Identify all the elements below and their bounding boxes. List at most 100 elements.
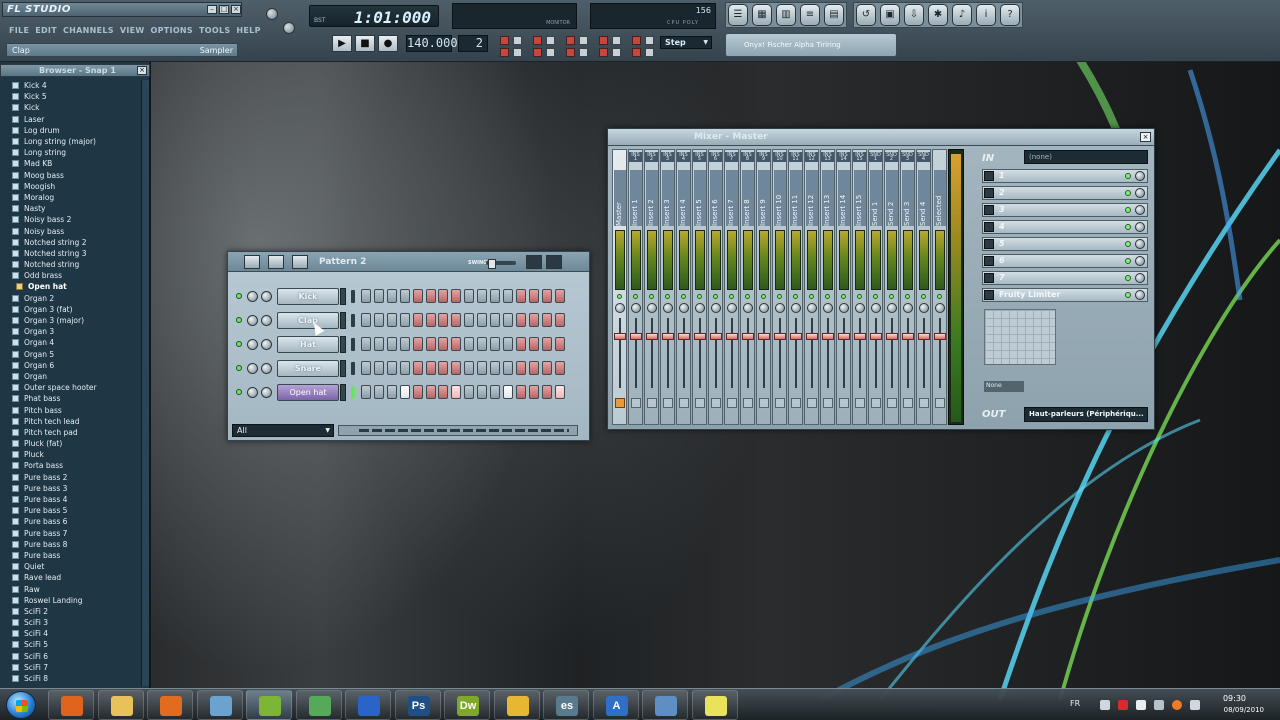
taskbar-app-button[interactable]: [345, 690, 391, 720]
slice-button[interactable]: [579, 48, 588, 57]
step-button[interactable]: [502, 313, 513, 327]
fx-slot[interactable]: 2: [982, 186, 1148, 200]
track-pan-knob[interactable]: [823, 303, 833, 313]
track-pan-knob[interactable]: [759, 303, 769, 313]
mixer-track[interactable]: INS 8 Insert 8: [740, 149, 755, 425]
track-send-switch[interactable]: [743, 398, 753, 408]
step-button[interactable]: [399, 385, 410, 399]
fx-slot-menu-icon[interactable]: [984, 239, 994, 249]
step-button[interactable]: [399, 313, 410, 327]
channel-mute-led[interactable]: [236, 341, 242, 347]
track-send-switch[interactable]: [679, 398, 689, 408]
step-button[interactable]: [541, 313, 552, 327]
track-volume-fader[interactable]: [838, 333, 850, 340]
track-send-switch[interactable]: [663, 398, 673, 408]
step-view-icon[interactable]: [546, 255, 562, 269]
browser-item[interactable]: Pure bass: [0, 550, 150, 561]
graph-editor-icon[interactable]: [268, 255, 284, 269]
step-button[interactable]: [528, 313, 539, 327]
mixer-icon[interactable]: ▤: [824, 4, 844, 26]
step-button[interactable]: [515, 289, 526, 303]
step-button[interactable]: [412, 337, 423, 351]
fx-slot-enable-led[interactable]: [1125, 275, 1131, 281]
step-button[interactable]: [412, 313, 423, 327]
step-button[interactable]: [451, 337, 462, 351]
channel-button[interactable]: Clap: [277, 312, 339, 329]
browser-item[interactable]: Long string (major): [0, 136, 150, 147]
browser-item[interactable]: Notched string 3: [0, 248, 150, 259]
track-enable-led[interactable]: [729, 294, 734, 299]
track-send-switch[interactable]: [919, 398, 929, 408]
mixer-track[interactable]: INS 4 Insert 4: [676, 149, 691, 425]
step-button[interactable]: [425, 337, 436, 351]
channel-volume-knob[interactable]: [261, 315, 272, 326]
fx-slot-enable-led[interactable]: [1125, 258, 1131, 264]
mixer-track[interactable]: INS 6 Insert 6: [708, 149, 723, 425]
channel-select-indicator[interactable]: [351, 290, 355, 303]
menu-file[interactable]: FILE: [9, 26, 29, 35]
track-volume-fader[interactable]: [918, 333, 930, 340]
clock-button[interactable]: [645, 48, 654, 57]
track-send-switch[interactable]: [839, 398, 849, 408]
track-enable-led[interactable]: [617, 294, 622, 299]
browser-item[interactable]: SciFi 4: [0, 628, 150, 639]
close-icon[interactable]: ×: [137, 66, 147, 75]
eq-graph[interactable]: [984, 309, 1056, 365]
maximize-button[interactable]: □: [219, 5, 229, 14]
browser-item[interactable]: Laser: [0, 114, 150, 125]
track-send-switch[interactable]: [727, 398, 737, 408]
step-button[interactable]: [515, 385, 526, 399]
browser-item[interactable]: Nasty: [0, 203, 150, 214]
browser-icon[interactable]: ≡: [800, 4, 820, 26]
network-icon[interactable]: [1154, 700, 1164, 710]
record-button[interactable]: ●: [378, 35, 398, 52]
step-button[interactable]: [515, 361, 526, 375]
track-send-switch[interactable]: [935, 398, 945, 408]
step-button[interactable]: [438, 289, 449, 303]
track-volume-fader[interactable]: [806, 333, 818, 340]
step-button[interactable]: [373, 385, 384, 399]
step-button[interactable]: [490, 361, 500, 375]
track-volume-fader[interactable]: [726, 333, 738, 340]
mixer-track[interactable]: Master: [612, 149, 627, 425]
step-button[interactable]: [361, 313, 371, 327]
channel-volume-knob[interactable]: [261, 339, 272, 350]
channel-button[interactable]: Open hat: [277, 384, 339, 401]
track-send-switch[interactable]: [871, 398, 881, 408]
menu-help[interactable]: HELP: [236, 26, 260, 35]
track-enable-led[interactable]: [905, 294, 910, 299]
step-button[interactable]: [412, 289, 423, 303]
channel-mute-led[interactable]: [236, 317, 242, 323]
play-button[interactable]: ▶: [332, 35, 352, 52]
swing-slider[interactable]: [486, 259, 516, 269]
help-icon[interactable]: ?: [1000, 4, 1020, 26]
step-button[interactable]: [490, 337, 500, 351]
track-pan-knob[interactable]: [631, 303, 641, 313]
mixer-track[interactable]: INS 3 Insert 3: [660, 149, 675, 425]
mixer-track[interactable]: INS 5 Insert 5: [692, 149, 707, 425]
step-button[interactable]: [502, 385, 513, 399]
step-button[interactable]: [386, 361, 397, 375]
track-volume-fader[interactable]: [646, 333, 658, 340]
channel-options-icon[interactable]: [244, 255, 260, 269]
save-icon[interactable]: ▣: [880, 4, 900, 26]
track-pan-knob[interactable]: [663, 303, 673, 313]
browser-item[interactable]: SciFi 6: [0, 651, 150, 662]
mixer-track[interactable]: SND 4 Send 4: [916, 149, 931, 425]
track-enable-led[interactable]: [777, 294, 782, 299]
track-send-switch[interactable]: [791, 398, 801, 408]
language-indicator[interactable]: FR: [1070, 699, 1080, 708]
fx-slot-mix-knob[interactable]: [1135, 273, 1145, 283]
browser-item[interactable]: Pure bass 2: [0, 472, 150, 483]
link-button[interactable]: [546, 48, 555, 57]
track-send-switch[interactable]: [887, 398, 897, 408]
flag-icon[interactable]: [1136, 700, 1146, 710]
plugin-picker-bar[interactable]: Onyx! Fischer Alpha Tiriring: [725, 33, 897, 57]
mixer-track[interactable]: SND 1 Send 1: [868, 149, 883, 425]
track-enable-led[interactable]: [697, 294, 702, 299]
master-pitch-knob[interactable]: [283, 22, 295, 34]
fx-slot-menu-icon[interactable]: [984, 290, 994, 300]
pattern-selector[interactable]: Pattern 2: [319, 257, 366, 267]
playlist-icon[interactable]: ☰: [728, 4, 748, 26]
browser-item[interactable]: SciFi 3: [0, 617, 150, 628]
